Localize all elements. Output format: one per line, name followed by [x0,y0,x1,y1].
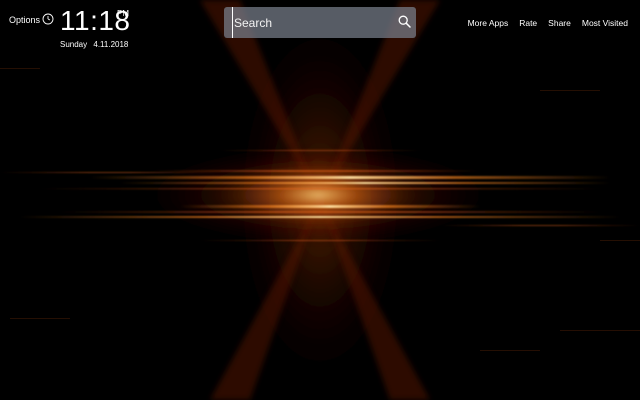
clock-icon [42,13,54,25]
search-input[interactable] [232,7,390,38]
more-apps-link[interactable]: More Apps [468,18,509,28]
share-link[interactable]: Share [548,18,571,28]
nav-links: More Apps Rate Share Most Visited [468,18,628,28]
search-box [224,7,416,38]
clock-ampm: PM [117,9,129,18]
new-tab-page: Options 11:18 PM Sunday 4.11.2018 More A… [0,0,640,400]
clock-date: Sunday 4.11.2018 [60,40,132,49]
top-bar: Options 11:18 PM Sunday 4.11.2018 More A… [0,0,640,60]
clock-date-value: 4.11.2018 [93,40,129,49]
clock-weekday: Sunday [60,40,88,49]
options-link[interactable]: Options [9,15,40,25]
search-icon[interactable] [398,15,411,28]
most-visited-link[interactable]: Most Visited [582,18,628,28]
rate-link[interactable]: Rate [519,18,537,28]
wallpaper-background [0,0,640,400]
